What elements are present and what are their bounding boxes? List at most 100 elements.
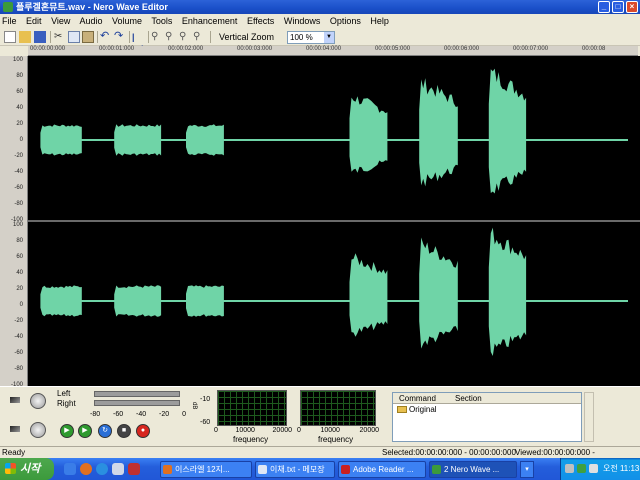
spectrum-xtick: 0 xyxy=(297,427,301,434)
open-folder-icon[interactable] xyxy=(19,31,31,43)
tray-icon[interactable] xyxy=(577,464,586,473)
spectrum-xticks-left: 0 10000 20000 xyxy=(214,427,292,434)
loop-button[interactable]: ↻ xyxy=(98,424,112,438)
firefox-icon xyxy=(163,465,172,474)
taskbar-item-nero-wave[interactable]: 2 Nero Wave ... xyxy=(429,461,517,478)
toolbar-separator xyxy=(50,31,51,43)
menu-audio[interactable]: Audio xyxy=(79,16,102,26)
amplitude-label: 40 xyxy=(16,105,23,111)
amplitude-label: -20 xyxy=(14,153,23,159)
status-bar: Ready Selected:00:00:00:000 - 00:00:00:0… xyxy=(0,446,640,469)
history-list: Command Section Original xyxy=(392,392,582,442)
menu-bar: File Edit View Audio Volume Tools Enhanc… xyxy=(0,14,640,28)
ruler-tick: 00:00:08 xyxy=(582,46,606,52)
waveform-burst xyxy=(488,227,527,356)
menu-help[interactable]: Help xyxy=(370,16,389,26)
menu-options[interactable]: Options xyxy=(330,16,361,26)
start-label: 시작 xyxy=(20,463,41,475)
menu-volume[interactable]: Volume xyxy=(112,16,142,26)
chevron-down-icon[interactable]: ▼ xyxy=(324,32,334,43)
menu-edit[interactable]: Edit xyxy=(26,16,42,26)
play-button[interactable]: ▶ xyxy=(60,424,74,438)
ruler-tick: 00:00:03:000 xyxy=(237,46,273,52)
spectrum-xtick: 20000 xyxy=(359,427,379,434)
waveform-burst xyxy=(419,78,458,187)
history-item[interactable]: Original xyxy=(393,404,581,416)
taskbar-item-notepad[interactable]: 이채.txt - 메모장 xyxy=(255,461,335,478)
history-item-label: Original xyxy=(409,405,437,414)
new-file-icon[interactable] xyxy=(4,31,16,43)
zoom-selection-icon[interactable]: ⚲ xyxy=(179,31,191,43)
firefox-icon[interactable] xyxy=(80,463,92,475)
vertical-zoom-label: Vertical Zoom xyxy=(219,32,275,42)
app-icon xyxy=(3,2,13,12)
menu-file[interactable]: File xyxy=(2,16,17,26)
amplitude-label: 0 xyxy=(19,302,23,308)
fit-width-icon[interactable]: |↔| xyxy=(132,31,144,54)
meter-scale-tick: -60 xyxy=(113,411,124,418)
left-channel-label: Left xyxy=(57,389,71,398)
vertical-zoom-select[interactable]: 100 % ▼ xyxy=(287,31,335,44)
history-scrollbar[interactable] xyxy=(584,392,594,442)
close-button[interactable]: × xyxy=(626,1,638,13)
taskbar-item-label: Adobe Reader ... xyxy=(353,465,414,474)
menu-view[interactable]: View xyxy=(51,16,70,26)
maximize-button[interactable]: □ xyxy=(612,1,624,13)
taskbar-item-label: 이채.txt - 메모장 xyxy=(270,465,325,474)
history-col-command[interactable]: Command xyxy=(399,394,436,403)
spectrum-ytick: -60 xyxy=(200,419,211,426)
meter-scale-tick: -80 xyxy=(90,411,101,418)
spectrum-xticks-right: 0 10000 20000 xyxy=(297,427,379,434)
balance-knob[interactable] xyxy=(30,393,46,409)
minimize-button[interactable]: _ xyxy=(598,1,610,13)
redo-icon[interactable]: ↷ xyxy=(114,31,126,43)
quicklaunch-icon[interactable] xyxy=(112,463,124,475)
show-desktop-icon[interactable] xyxy=(64,463,76,475)
cut-icon[interactable]: ✂ xyxy=(54,31,66,43)
undo-icon[interactable]: ↶ xyxy=(100,31,112,43)
volume-knob[interactable] xyxy=(30,422,46,438)
menu-enhancement[interactable]: Enhancement xyxy=(182,16,238,26)
start-button[interactable]: 시작 xyxy=(0,458,54,480)
spectrum-xtick: 10000 xyxy=(235,427,255,434)
waveform-burst xyxy=(114,285,162,317)
history-col-section[interactable]: Section xyxy=(455,394,482,403)
speaker-volume-icon xyxy=(10,397,20,403)
amplitude-label: 100 xyxy=(12,222,23,228)
stop-button[interactable]: ■ xyxy=(117,424,131,438)
spectrum-ytick: -10 xyxy=(200,396,211,403)
paste-icon[interactable] xyxy=(82,31,94,43)
amplitude-label: -20 xyxy=(14,318,23,324)
waveform-canvas[interactable] xyxy=(28,56,640,386)
menu-tools[interactable]: Tools xyxy=(151,16,172,26)
copy-icon[interactable] xyxy=(68,31,80,43)
ruler-tick: 00:00:02:000 xyxy=(168,46,204,52)
waveform-burst xyxy=(349,253,388,337)
save-icon[interactable] xyxy=(34,31,46,43)
ie-icon[interactable] xyxy=(96,463,108,475)
zoom-in-icon[interactable]: ⚲ xyxy=(151,31,163,43)
menu-windows[interactable]: Windows xyxy=(284,16,321,26)
spectrum-xlabel: frequency xyxy=(318,435,354,444)
quicklaunch-icon[interactable] xyxy=(128,463,140,475)
toolbar-separator xyxy=(148,31,149,43)
taskbar-overflow-button[interactable]: ▾ xyxy=(520,461,534,478)
amplitude-axis: 100 80 60 40 20 0 -20 -40 -60 -80 -100 100 80 60 40 20 0… xyxy=(0,56,28,388)
window-title: 플루겔혼뮤트.wav - Nero Wave Editor xyxy=(16,2,168,12)
spectrum-xtick: 20000 xyxy=(272,427,292,434)
taskbar-item-adobe-reader[interactable]: Adobe Reader ... xyxy=(338,461,426,478)
amplitude-label: 60 xyxy=(16,89,23,95)
taskbar-item-israel[interactable]: 이스라엘 12지... xyxy=(160,461,252,478)
zoom-all-icon[interactable]: ⚲ xyxy=(193,31,205,43)
record-button[interactable]: ● xyxy=(136,424,150,438)
waveform-view[interactable] xyxy=(28,56,640,386)
meter-scale-tick: -40 xyxy=(136,411,147,418)
right-spectrum-display xyxy=(300,390,376,426)
play-selection-button[interactable]: ▶ xyxy=(78,424,92,438)
tray-icon[interactable] xyxy=(565,464,574,473)
time-ruler[interactable]: 00:00:00:000 00:00:01:000 00:00:02:000 00:0… xyxy=(28,46,638,56)
tray-icon[interactable] xyxy=(589,464,598,473)
ruler-tick: 00:00:01:000 xyxy=(99,46,135,52)
menu-effects[interactable]: Effects xyxy=(247,16,274,26)
zoom-out-icon[interactable]: ⚲ xyxy=(165,31,177,43)
